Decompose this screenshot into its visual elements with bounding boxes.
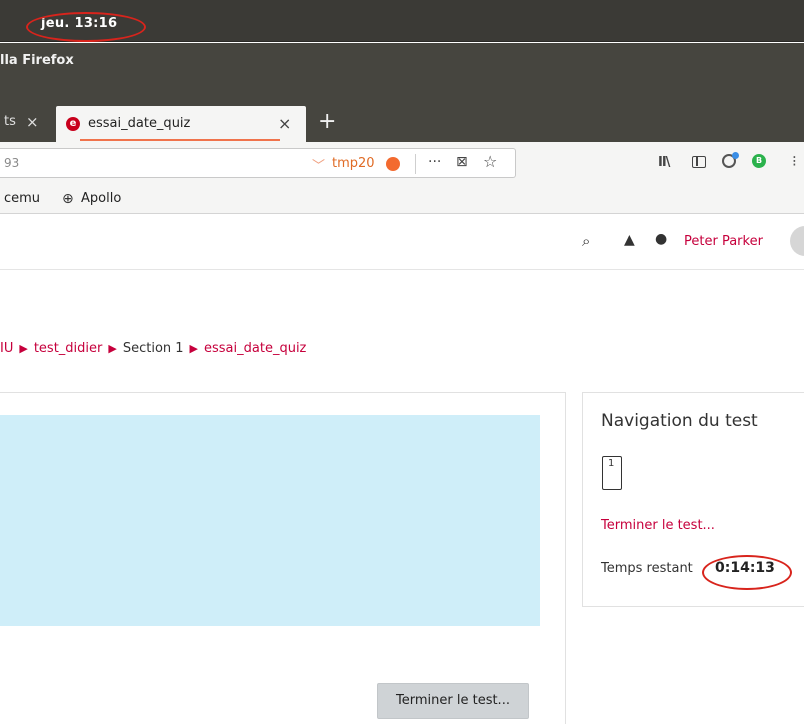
sidebar-icon[interactable] [692, 156, 706, 168]
url-bar-divider [415, 154, 416, 174]
question-nav-button[interactable]: 1 [602, 456, 622, 490]
tab-close-icon[interactable]: × [278, 114, 291, 133]
finish-attempt-link[interactable]: Terminer le test... [601, 518, 715, 533]
globe-icon: ⊕ [62, 191, 74, 207]
tab-active[interactable]: e essai_date_quiz × [56, 106, 306, 142]
window-titlebar-gap [0, 76, 804, 102]
site-header: ⌕ ▲ ● Peter Parker [0, 215, 804, 270]
breadcrumb-item-quiz[interactable]: essai_date_quiz [204, 341, 306, 356]
question-number: 1 [608, 458, 615, 469]
container-dot-icon [386, 157, 400, 171]
annotation-circle-clock [26, 12, 146, 42]
site-favicon-icon: e [66, 117, 80, 131]
url-dropdown-chevron-icon[interactable]: ﹀ [312, 155, 325, 174]
user-name[interactable]: Peter Parker [684, 234, 763, 249]
window-title: lla Firefox [0, 53, 74, 68]
bookmark-cemu[interactable]: cemu [4, 191, 40, 206]
container-badge[interactable]: tmp20 [332, 156, 375, 171]
notifications-bell-icon[interactable]: ▲ [624, 232, 635, 248]
window-title-bar[interactable] [0, 43, 804, 76]
bookmark-star-icon[interactable]: ☆ [483, 152, 497, 171]
tab-strip: ts × e essai_date_quiz × + [0, 102, 804, 142]
search-icon[interactable]: ⌕ [582, 232, 590, 250]
tab-previous-close-icon[interactable]: × [26, 113, 39, 131]
breadcrumb-item-course-category[interactable]: IU [0, 341, 13, 356]
question-content-area [0, 415, 540, 626]
new-tab-button[interactable]: + [318, 109, 336, 134]
overflow-menu-icon[interactable]: ⁝ [792, 152, 797, 170]
url-bar[interactable]: 93 ﹀ tmp20 ··· ⊠ ☆ [0, 148, 516, 178]
tab-active-label: essai_date_quiz [88, 116, 191, 131]
extension-green-icon[interactable]: B [752, 154, 766, 168]
url-text[interactable]: 93 [4, 156, 19, 170]
breadcrumb-separator-icon: ▶ [189, 342, 199, 355]
avatar[interactable] [790, 226, 804, 256]
extension-notification-dot [732, 152, 739, 159]
finish-attempt-button[interactable]: Terminer le test... [377, 683, 529, 719]
messages-icon[interactable]: ● [655, 231, 667, 247]
breadcrumb-separator-icon: ▶ [108, 342, 117, 355]
navigation-toolbar: 93 ﹀ tmp20 ··· ⊠ ☆ II\ B ⁝ [0, 142, 804, 186]
breadcrumb-separator-icon: ▶ [19, 342, 28, 355]
breadcrumb-item-course[interactable]: test_didier [34, 341, 103, 356]
breadcrumb: IU ▶ test_didier ▶ Section 1 ▶ essai_date_quiz [0, 341, 306, 356]
library-icon[interactable]: II\ [658, 155, 670, 170]
annotation-circle-timer [702, 555, 792, 590]
pocket-icon[interactable]: ⊠ [456, 154, 468, 170]
tab-previous-label: ts [4, 114, 16, 129]
tab-active-indicator [80, 139, 280, 141]
time-remaining-label: Temps restant [601, 561, 693, 576]
quiz-main-region: Terminer le test... [0, 392, 566, 724]
quiz-navigation-title: Navigation du test [601, 411, 758, 431]
tab-previous[interactable]: ts × [0, 102, 56, 142]
breadcrumb-item-section: Section 1 [122, 341, 184, 356]
bookmarks-toolbar: cemu ⊕ Apollo [0, 186, 804, 214]
page-actions-icon[interactable]: ··· [428, 154, 441, 170]
bookmark-apollo[interactable]: Apollo [81, 191, 121, 206]
